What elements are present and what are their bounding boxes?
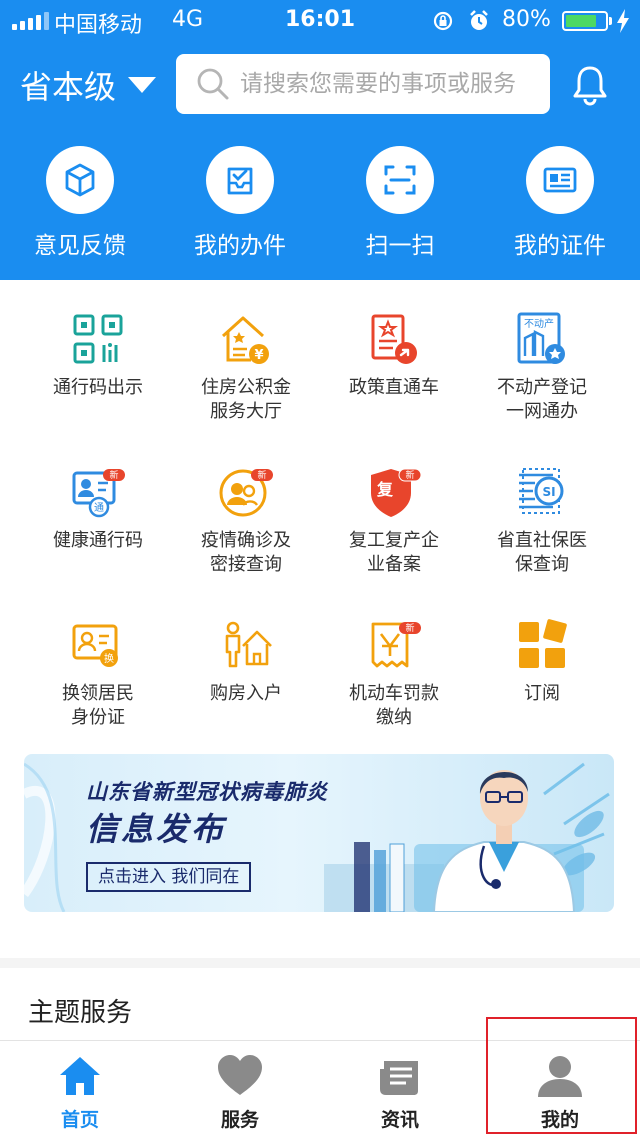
section-title: 主题服务 [28,998,133,1028]
user-icon [538,1056,582,1097]
social-security-icon-text: SI [542,485,555,499]
id-card-icon [543,167,577,193]
covid-info-banner[interactable]: 山东省新型冠状病毒肺炎 信息发布 点击进入 我们同在 [24,754,614,912]
service-real-estate[interactable]: 不动产 不动产登记 一网通办 [468,310,616,463]
resume-work-shield-icon: 复 新 [371,468,422,517]
service-label: 复工复产企 业备案 [349,530,439,575]
charging-bolt-icon [617,9,629,33]
service-label: 疫情确诊及 密接查询 [201,530,291,575]
service-resume-work[interactable]: 复 新 复工复产企 业备案 [320,463,468,616]
tab-home[interactable]: 首页 [0,1041,160,1136]
resume-work-icon-text: 复 [376,480,394,499]
heart-icon [218,1055,262,1095]
epidemic-query-icon: 新 [219,469,273,517]
region-label: 省本级 [20,68,117,106]
quick-action-feedback[interactable]: 意见反馈 [0,146,160,260]
quick-action-label: 扫一扫 [365,233,435,259]
service-health-pass[interactable]: 通 新 健康通行码 [24,463,172,616]
service-subscribe[interactable]: 订阅 [468,616,616,769]
id-renewal-icon: 换 [72,624,118,667]
new-badge: 新 [405,622,414,634]
search-bar[interactable] [176,54,550,114]
service-housing-fund[interactable]: ¥ 住房公积金 服务大厅 [172,310,320,463]
rotation-lock-icon [433,11,453,31]
service-social-security[interactable]: SI 省直社保医 保查询 [468,463,616,616]
policy-document-icon [371,314,417,364]
service-policy-express[interactable]: 政策直通车 [320,310,468,463]
doctor-illustration [414,770,584,912]
home-icon [60,1057,100,1095]
quick-action-label: 我的证件 [514,233,606,259]
theme-services-section: 主题服务 [0,968,640,1040]
service-home-purchase[interactable]: 购房入户 [172,616,320,769]
chevron-down-icon [128,77,157,93]
quick-action-label: 意见反馈 [34,233,126,259]
subscribe-grid-icon [519,619,567,668]
house-fund-icon: ¥ [221,316,269,364]
tab-label: 我的 [540,1109,579,1131]
tab-label: 首页 [60,1109,99,1131]
new-badge: 新 [109,469,118,481]
service-label: 住房公积金 服务大厅 [201,377,291,422]
service-label: 订阅 [524,683,560,704]
quick-action-label: 我的办件 [194,233,286,259]
banner-title-line1: 山东省新型冠状病毒肺炎 [86,780,328,804]
news-icon [380,1061,418,1095]
service-pass-code[interactable]: 通行码出示 [24,310,172,463]
cube-icon [65,163,95,197]
service-epidemic-query[interactable]: 新 疫情确诊及 密接查询 [172,463,320,616]
bottom-tab-bar: 首页 服务 资讯 我的 [0,1040,640,1136]
battery-percent: 80% [502,7,551,32]
vehicle-fine-icon: 新 [371,622,421,668]
tab-label: 资讯 [380,1109,419,1131]
quick-action-scan[interactable]: 扫一扫 [320,146,480,260]
new-badge: 新 [257,469,266,481]
health-pass-icon-text: 通 [94,502,104,514]
real-estate-icon: 不动产 [517,312,565,364]
header: 中国移动 4G 16:01 80% 省本级 请搜索您需要的事项或服务 意见反馈 … [0,0,640,280]
banner-cta: 点击进入 我们同在 [86,862,252,892]
service-vehicle-fine[interactable]: 新 机动车罚款 缴纳 [320,616,468,769]
battery-icon [562,11,612,31]
search-input[interactable] [240,71,540,97]
service-grid: 通行码出示 ¥ 住房公积金 服务大厅 政策直通车 不动产 不动产登记 一网通办 … [24,310,616,769]
service-label: 不动产登记 一网通办 [497,377,587,422]
home-purchase-icon [225,621,272,668]
quick-actions: 意见反馈 我的办件 扫一扫 我的证件 [0,146,640,260]
banner-title-line2: 信息发布 [86,810,227,848]
battery-level-fill [566,15,597,27]
service-id-renewal[interactable]: 换 换领居民 身份证 [24,616,172,769]
service-label: 机动车罚款 缴纳 [349,683,439,728]
new-badge: 新 [405,469,414,481]
inbox-check-icon [227,167,253,195]
main-content: 通行码出示 ¥ 住房公积金 服务大厅 政策直通车 不动产 不动产登记 一网通办 … [0,280,640,958]
service-label: 通行码出示 [53,377,143,398]
service-label: 省直社保医 保查询 [497,530,587,575]
svg-text:¥: ¥ [254,348,263,363]
quick-action-my-cases[interactable]: 我的办件 [160,146,320,260]
service-label: 健康通行码 [53,530,143,551]
status-bar: 中国移动 4G 16:01 80% [0,0,640,42]
quick-action-my-certificates[interactable]: 我的证件 [480,146,640,260]
id-renewal-icon-text: 换 [104,652,114,665]
bell-icon[interactable] [570,64,610,106]
real-estate-icon-text: 不动产 [524,317,554,330]
service-label: 政策直通车 [349,377,439,398]
service-label: 换领居民 身份证 [62,683,134,728]
tab-services[interactable]: 服务 [160,1041,320,1136]
qr-code-icon [73,314,123,364]
tab-label: 服务 [220,1109,259,1131]
alarm-icon [470,10,488,30]
social-security-icon: SI [519,468,564,514]
region-selector[interactable]: 省本级 [20,62,157,108]
tab-mine[interactable]: 我的 [480,1041,640,1136]
scan-icon [384,165,416,195]
service-label: 购房入户 [210,683,282,704]
health-pass-icon: 通 新 [72,469,125,518]
search-icon [197,68,229,100]
tab-news[interactable]: 资讯 [320,1041,480,1136]
